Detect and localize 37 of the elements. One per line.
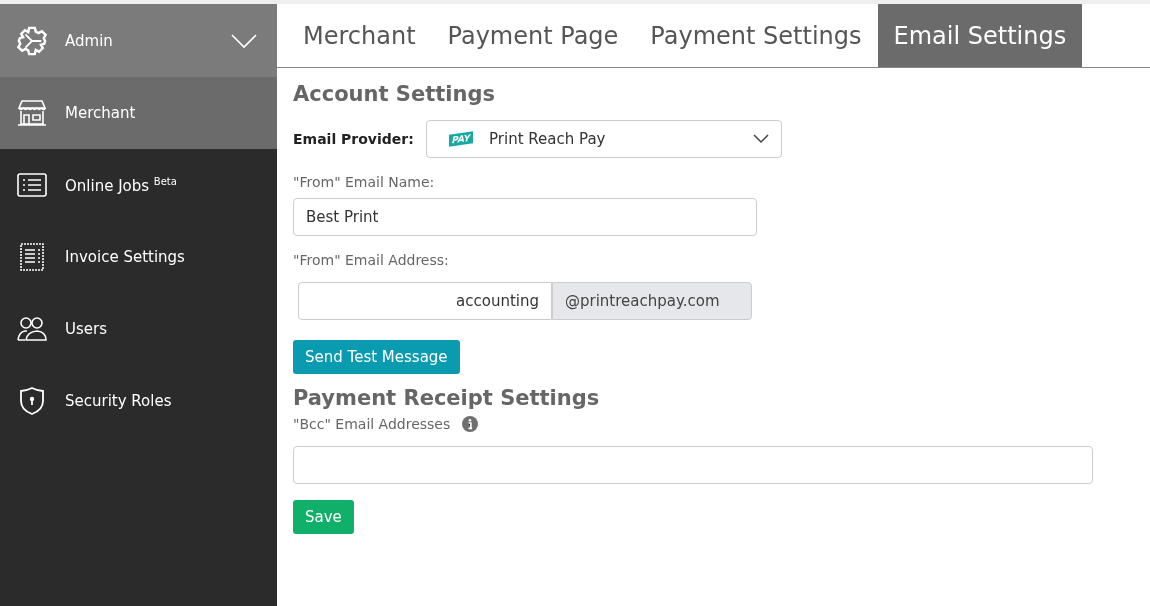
field-label: "From" Email Address: — [293, 252, 450, 268]
sidebar-item-label: Merchant — [65, 104, 136, 122]
field-label: "From" Email Name: — [293, 174, 436, 190]
receipt-icon — [19, 242, 45, 272]
info-icon[interactable] — [462, 416, 479, 432]
tab[interactable]: Payment Page — [431, 4, 635, 67]
shield-icon — [19, 386, 45, 416]
list-icon — [17, 173, 47, 197]
email-domain-addon: @printreachpay.com — [552, 282, 752, 320]
tab[interactable]: Payment Settings — [634, 4, 878, 67]
tab[interactable]: Email Settings — [877, 4, 1083, 67]
email-provider-select[interactable]: PAY Print Reach Pay — [425, 120, 782, 158]
sidebar-item[interactable]: Users — [0, 293, 277, 365]
gear-icon — [17, 25, 47, 56]
admin-label: Admin — [65, 31, 113, 50]
sidebar-item[interactable]: Merchant — [0, 77, 277, 149]
section-heading: Payment Receipt Settings — [293, 386, 601, 410]
bcc-email-field[interactable] — [293, 446, 1093, 484]
from-name-field[interactable]: Best Print — [293, 198, 757, 236]
sidebar-item[interactable]: Security Roles — [0, 365, 277, 437]
sidebar-item[interactable]: Online Jobs $^{Beta}$ — [0, 149, 277, 221]
section-heading: Account Settings — [293, 82, 496, 106]
email-provider-label: Email Provider: — [293, 131, 414, 147]
sidebar-item-label: Online Jobs $^{Beta}$ — [65, 175, 177, 195]
storefront-icon — [17, 98, 47, 128]
field-label: "Bcc" Email Addresses — [293, 416, 451, 432]
sidebar-item-label: Users — [65, 320, 107, 338]
tab[interactable]: Merchant — [287, 4, 432, 67]
admin-menu-header[interactable]: Admin — [0, 4, 277, 77]
pay-logo: PAY — [448, 131, 474, 147]
chevron-icon — [231, 32, 257, 49]
sidebar-item[interactable]: Invoice Settings — [0, 221, 277, 293]
users-icon — [17, 316, 47, 342]
sidebar-item-label: Security Roles — [65, 392, 172, 410]
from-address-field[interactable]: accounting — [298, 282, 552, 320]
sidebar-item-label: Invoice Settings — [65, 248, 185, 266]
chevron-icon — [752, 134, 769, 144]
